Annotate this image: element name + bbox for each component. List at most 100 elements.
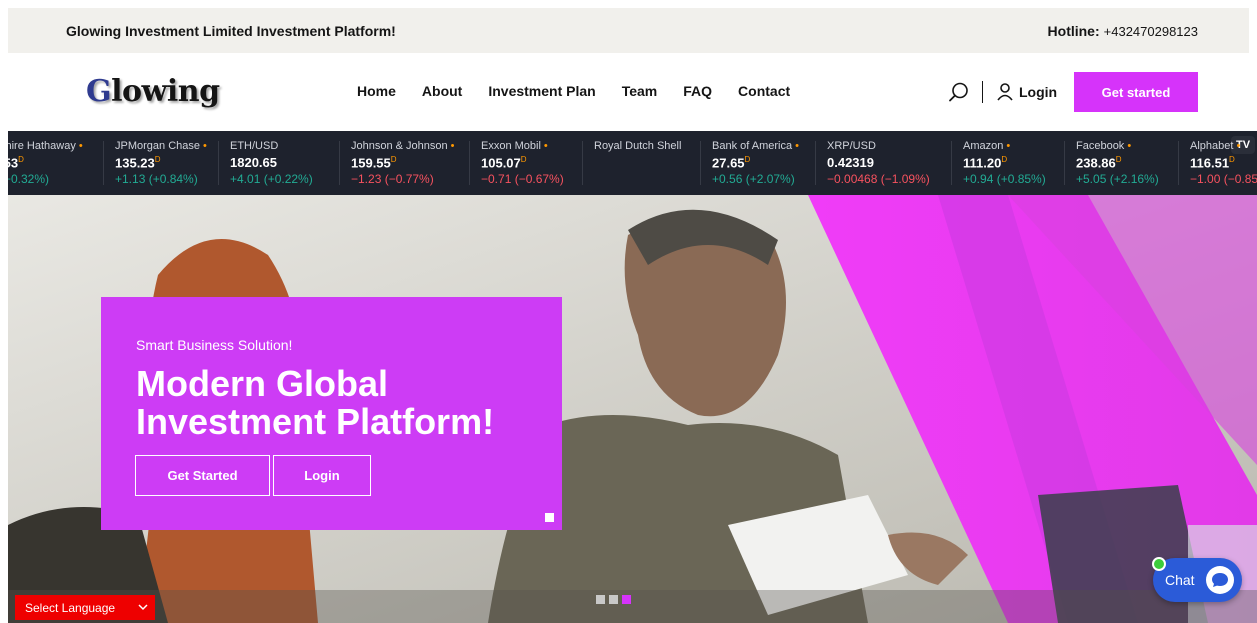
ticker-divider bbox=[582, 141, 583, 185]
hotline-label: Hotline: bbox=[1047, 23, 1100, 39]
nav-contact[interactable]: Contact bbox=[738, 83, 790, 99]
nav-about[interactable]: About bbox=[422, 83, 462, 99]
slider-dot-2[interactable] bbox=[609, 595, 618, 604]
ticker-price: 111.20D bbox=[963, 155, 1046, 171]
ticker-symbol-name: JPMorgan Chase bbox=[115, 140, 200, 152]
ticker-price-value: 1820.65 bbox=[230, 155, 277, 170]
get-started-button[interactable]: Get started bbox=[1074, 72, 1198, 112]
ticker-change: (+0.32%) bbox=[8, 172, 50, 186]
logo[interactable]: Glowing bbox=[86, 74, 220, 109]
ticker-change: +0.56 (+2.07%) bbox=[712, 172, 795, 186]
ticker-price-value: 159.55 bbox=[351, 155, 391, 171]
ticker-divider bbox=[815, 141, 816, 185]
market-status-dot: • bbox=[543, 140, 548, 152]
ticker-change: −1.23 (−0.77%) bbox=[351, 172, 434, 186]
market-status-dot: • bbox=[78, 140, 83, 152]
ticker-item[interactable]: Exxon Mobil • 105.07D −0.71 (−0.67%) bbox=[481, 140, 564, 186]
ticker-price: 159.55D bbox=[351, 155, 455, 171]
ticker-divider bbox=[700, 141, 701, 185]
ticker-price-value: 238.86 bbox=[1076, 155, 1116, 171]
ticker-symbol-name: Johnson & Johnson bbox=[351, 140, 448, 152]
nav-team[interactable]: Team bbox=[622, 83, 658, 99]
ticker-item[interactable]: JPMorgan Chase • 135.23D +1.13 (+0.84%) bbox=[115, 140, 207, 186]
user-icon bbox=[997, 83, 1013, 101]
ticker-item[interactable]: Amazon • 111.20D +0.94 (+0.85%) bbox=[963, 140, 1046, 186]
ticker-price-value: 116.51 bbox=[1190, 155, 1230, 171]
chat-widget-button[interactable]: Chat bbox=[1152, 557, 1242, 602]
nav-home[interactable]: Home bbox=[357, 83, 396, 99]
ticker-price: 116.51D bbox=[1190, 155, 1257, 171]
ticker-name-row: JPMorgan Chase • bbox=[115, 140, 207, 154]
ticker-price-value: 135.23 bbox=[115, 155, 155, 171]
market-status-dot: • bbox=[1236, 140, 1241, 152]
login-link[interactable]: Login bbox=[997, 83, 1057, 101]
ticker-change: +4.01 (+0.22%) bbox=[230, 172, 313, 186]
hero-login-button[interactable]: Login bbox=[273, 455, 371, 496]
ticker-name-row: Johnson & Johnson • bbox=[351, 140, 455, 154]
ticker-divider bbox=[1064, 141, 1065, 185]
ticker-divider bbox=[469, 141, 470, 185]
ticker-symbol-name: shire Hathaway bbox=[8, 140, 76, 152]
ticker-name-row: Alphabet • bbox=[1190, 140, 1257, 154]
ticker-price: 27.65D bbox=[712, 155, 799, 171]
ticker-symbol-name: Bank of America bbox=[712, 140, 793, 152]
ticker-change: +5.05 (+2.16%) bbox=[1076, 172, 1159, 186]
ticker-name-row: Amazon • bbox=[963, 140, 1046, 154]
ticker-symbol-name: Alphabet bbox=[1190, 140, 1234, 152]
main-nav: Home About Investment Plan Team FAQ Cont… bbox=[357, 83, 816, 99]
market-status-dot: • bbox=[795, 140, 799, 152]
ticker-item[interactable]: Facebook • 238.86D +5.05 (+2.16%) bbox=[1076, 140, 1159, 186]
main-navbar: Glowing Home About Investment Plan Team … bbox=[8, 53, 1249, 131]
hero-subtitle: Smart Business Solution! bbox=[136, 337, 293, 353]
stock-ticker[interactable]: TV shire Hathaway•.53D(+0.32%)JPMorgan C… bbox=[8, 131, 1257, 195]
ticker-price: 105.07D bbox=[481, 155, 564, 171]
market-status-dot: • bbox=[450, 140, 455, 152]
ticker-price: 1820.65 bbox=[230, 155, 313, 171]
ticker-symbol-name: XRP/USD bbox=[827, 140, 876, 152]
ticker-item[interactable]: Alphabet • 116.51D −1.00 (−0.85 bbox=[1190, 140, 1257, 186]
ticker-symbol-name: Royal Dutch Shell bbox=[594, 140, 682, 152]
chevron-down-icon bbox=[138, 604, 148, 611]
hero-get-started-button[interactable]: Get Started bbox=[135, 455, 270, 496]
market-status-dot: • bbox=[203, 140, 207, 152]
slider-dot-3[interactable] bbox=[622, 595, 631, 604]
delayed-marker: D bbox=[520, 155, 527, 164]
ticker-price-value: 27.65 bbox=[712, 155, 745, 171]
language-select[interactable]: Select Language bbox=[15, 595, 155, 620]
ticker-change: +0.94 (+0.85%) bbox=[963, 172, 1046, 186]
ticker-item[interactable]: Bank of America • 27.65D +0.56 (+2.07%) bbox=[712, 140, 799, 186]
hotline-number[interactable]: +432470298123 bbox=[1104, 24, 1198, 39]
ticker-symbol-name: Exxon Mobil bbox=[481, 140, 541, 152]
ticker-item[interactable]: Royal Dutch Shell bbox=[594, 140, 681, 172]
ticker-item[interactable]: ETH/USD 1820.65 +4.01 (+0.22%) bbox=[230, 140, 313, 186]
ticker-item[interactable]: Johnson & Johnson • 159.55D −1.23 (−0.77%) bbox=[351, 140, 455, 186]
search-icon[interactable] bbox=[948, 81, 970, 103]
hotline: Hotline: +432470298123 bbox=[1048, 23, 1198, 39]
ticker-divider bbox=[339, 141, 340, 185]
ticker-price-value: 0.42319 bbox=[827, 155, 874, 170]
ticker-name-row: Bank of America • bbox=[712, 140, 799, 154]
hero-slider: Smart Business Solution! Modern Global I… bbox=[8, 195, 1257, 623]
slider-dot-1[interactable] bbox=[596, 595, 605, 604]
market-status-dot: • bbox=[1127, 140, 1132, 152]
language-select-label: Select Language bbox=[25, 600, 116, 615]
divider bbox=[982, 81, 983, 103]
ticker-item[interactable]: shire Hathaway• .53D(+0.32%) bbox=[8, 140, 83, 186]
delayed-marker: D bbox=[1229, 155, 1235, 164]
ticker-change: −0.71 (−0.67%) bbox=[481, 172, 564, 186]
nav-faq[interactable]: FAQ bbox=[683, 83, 712, 99]
chat-label: Chat bbox=[1165, 572, 1195, 588]
delayed-marker: D bbox=[1001, 155, 1008, 164]
top-bar: Glowing Investment Limited Investment Pl… bbox=[8, 8, 1249, 53]
ticker-symbol-name: Facebook bbox=[1076, 140, 1125, 152]
nav-investment-plan[interactable]: Investment Plan bbox=[488, 83, 595, 99]
ticker-price-value: 111.20 bbox=[963, 155, 1002, 171]
ticker-item[interactable]: XRP/USD 0.42319 −0.00468 (−1.09%) bbox=[827, 140, 930, 186]
ticker-price: .53D bbox=[8, 155, 83, 171]
ticker-price-value: .53 bbox=[8, 155, 19, 171]
ticker-price: 0.42319 bbox=[827, 155, 930, 171]
topbar-message: Glowing Investment Limited Investment Pl… bbox=[66, 23, 396, 39]
ticker-symbol-name: ETH/USD bbox=[230, 140, 279, 152]
ticker-divider bbox=[218, 141, 219, 185]
ticker-divider bbox=[103, 141, 104, 185]
